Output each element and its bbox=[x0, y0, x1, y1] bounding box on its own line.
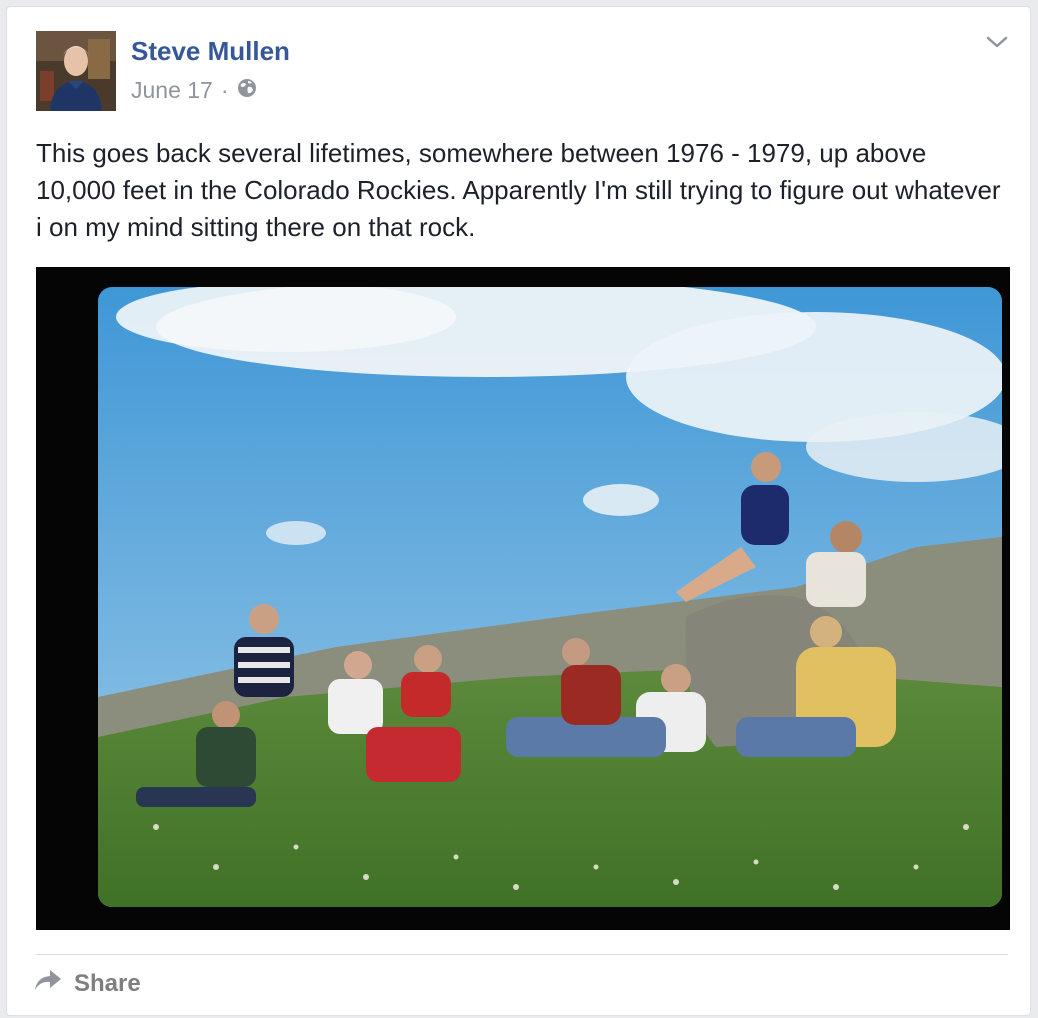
actions-divider bbox=[36, 954, 1008, 955]
meta-separator: · bbox=[220, 77, 229, 103]
author-name[interactable]: Steve Mullen bbox=[131, 36, 290, 67]
post-photo[interactable] bbox=[36, 267, 1010, 930]
globe-icon[interactable] bbox=[237, 77, 257, 104]
share-label: Share bbox=[74, 969, 141, 997]
share-arrow-icon bbox=[34, 969, 62, 998]
share-button[interactable]: Share bbox=[34, 969, 141, 998]
post-date[interactable]: June 17 bbox=[131, 77, 213, 104]
avatar[interactable] bbox=[36, 31, 116, 111]
post-meta: June 17 · bbox=[131, 77, 257, 104]
post-card: Steve Mullen June 17 · This goes back se… bbox=[6, 6, 1031, 1016]
post-text: This goes back several lifetimes, somewh… bbox=[36, 138, 1001, 242]
chevron-down-icon[interactable] bbox=[986, 35, 1008, 54]
